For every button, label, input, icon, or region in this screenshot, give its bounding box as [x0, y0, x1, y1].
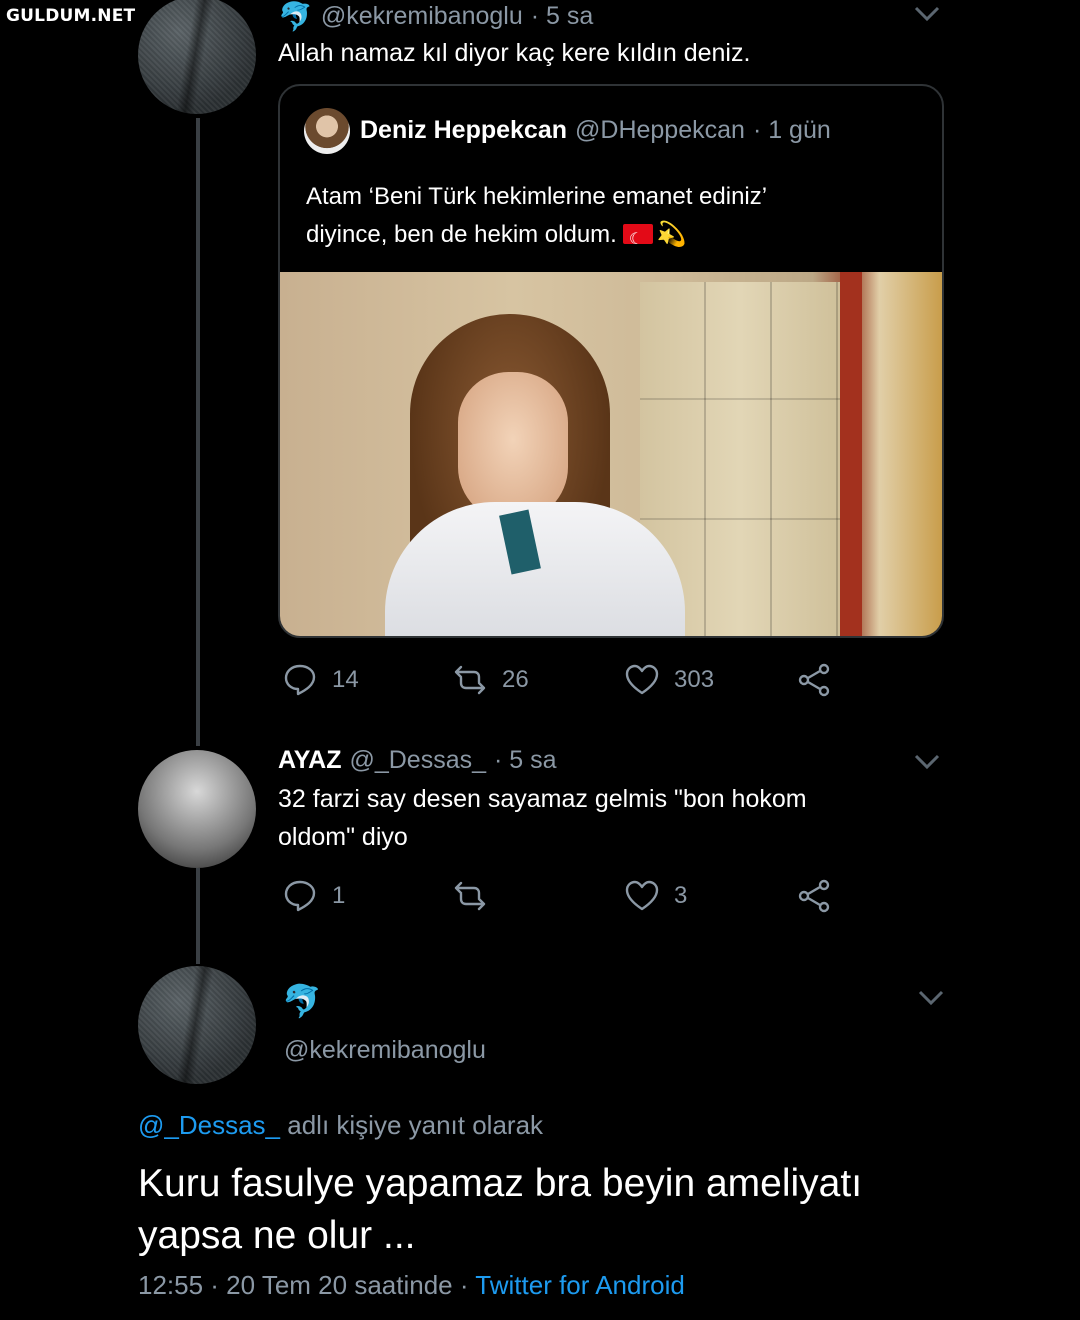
chevron-down-icon[interactable] — [914, 6, 940, 22]
dolphin-emoji: 🐬 — [282, 983, 322, 1019]
mention-link[interactable]: @_Dessas_ — [138, 1110, 280, 1140]
heart-icon — [625, 880, 659, 911]
chevron-down-icon[interactable] — [914, 754, 940, 770]
main-tweet-text-line: Kuru fasulye yapamaz bra beyin ameliyatı — [138, 1162, 863, 1205]
like-count: 3 — [674, 882, 688, 909]
avatar[interactable] — [138, 0, 256, 114]
avatar[interactable] — [138, 966, 256, 1084]
dizzy-emoji: 💫 — [656, 221, 687, 248]
tweet-text-line: oldom" diyo — [278, 823, 408, 851]
heart-icon — [625, 664, 659, 695]
tweet-time: · 5 sa — [494, 746, 557, 774]
tweet-time: · 5 sa — [530, 2, 594, 30]
like-button[interactable]: 3 — [624, 878, 687, 914]
retweet-button[interactable] — [452, 878, 502, 914]
turkey-flag-icon — [622, 221, 653, 259]
timestamp: 12:55 · 20 Tem 20 saatinde · — [138, 1270, 469, 1300]
retweet-count: 26 — [502, 666, 529, 693]
chevron-down-icon[interactable] — [918, 990, 944, 1006]
main-tweet-text-line: yapsa ne olur ... — [138, 1214, 416, 1257]
avatar[interactable] — [138, 750, 256, 868]
tweet-text: 32 farzi say desen sayamaz gelmis "bon h… — [278, 780, 807, 856]
share-icon — [798, 879, 830, 913]
user-handle[interactable]: @_Dessas_ — [349, 746, 486, 775]
quoted-tweet[interactable]: Deniz Heppekcan @DHeppekcan · 1 gün Atam… — [278, 84, 944, 638]
tweet-header: 🐬 @kekremibanoglu · 5 sa — [278, 0, 593, 33]
quote-text-line-content: diyince, ben de hekim oldum. — [306, 221, 617, 248]
source-link[interactable]: Twitter for Android — [475, 1270, 685, 1300]
retweet-button[interactable]: 26 — [452, 662, 529, 698]
quote-text: Atam ‘Beni Türk hekimlerine emanet edini… — [306, 178, 926, 259]
tweet-metadata: 12:55 · 20 Tem 20 saatinde · Twitter for… — [138, 1270, 685, 1301]
retweet-icon — [454, 665, 486, 695]
user-handle[interactable]: @kekremibanoglu — [284, 1036, 486, 1065]
reply-button[interactable]: 14 — [282, 662, 359, 698]
retweet-icon — [454, 881, 486, 911]
quote-text-line: Atam ‘Beni Türk hekimlerine emanet edini… — [306, 183, 768, 210]
person-face — [458, 372, 568, 522]
like-count: 303 — [674, 666, 715, 693]
quote-header: Deniz Heppekcan @DHeppekcan · 1 gün — [360, 116, 831, 145]
tweet-text-line: 32 farzi say desen sayamaz gelmis "bon h… — [278, 785, 807, 813]
reply-count: 1 — [332, 882, 346, 909]
share-icon — [798, 663, 830, 697]
thread-line — [196, 118, 200, 746]
dolphin-emoji: 🐬 — [278, 1, 313, 32]
watermark: GULDUM.NET — [6, 6, 136, 26]
reply-button[interactable]: 1 — [282, 878, 345, 914]
tweet-time: · 1 gün — [752, 116, 831, 144]
avatar — [304, 108, 350, 154]
thread-line — [196, 868, 200, 964]
user-handle[interactable]: @kekremibanoglu — [321, 2, 523, 31]
reply-icon — [284, 880, 316, 912]
quote-text-line: diyince, ben de hekim oldum. 💫 — [306, 216, 926, 259]
doorframe — [840, 272, 862, 636]
replying-suffix: adlı kişiye yanıt olarak — [287, 1110, 544, 1140]
reply-count: 14 — [332, 666, 359, 693]
like-button[interactable]: 303 — [624, 662, 714, 698]
display-name[interactable]: AYAZ — [278, 746, 341, 775]
reply-icon — [284, 664, 316, 696]
share-button[interactable] — [796, 662, 832, 698]
tweet-text: Allah namaz kıl diyor kaç kere kıldın de… — [278, 39, 751, 67]
attached-photo[interactable] — [280, 272, 942, 636]
tweet-header: AYAZ @_Dessas_ · 5 sa — [278, 746, 557, 775]
user-handle-row: @kekremibanoglu — [284, 1036, 486, 1065]
white-coat — [385, 502, 685, 636]
share-button[interactable] — [796, 878, 832, 914]
main-tweet-text: Kuru fasulye yapamaz bra beyin ameliyatı… — [138, 1158, 998, 1262]
replying-to: @_Dessas_ adlı kişiye yanıt olarak — [138, 1110, 543, 1141]
display-name: Deniz Heppekcan — [360, 116, 568, 144]
user-handle: @DHeppekcan — [575, 116, 745, 144]
